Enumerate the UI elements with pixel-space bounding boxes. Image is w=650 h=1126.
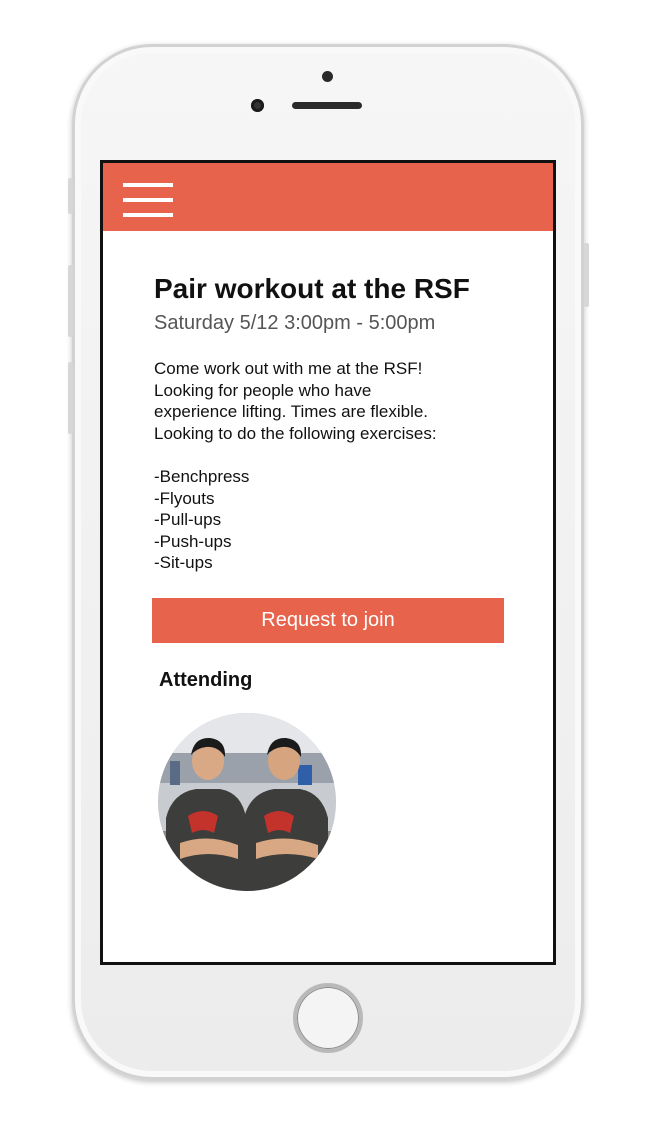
exercise-list: -Benchpress -Flyouts -Pull-ups -Push-ups… (154, 466, 514, 574)
description-line: experience lifting. Times are flexible. (154, 402, 429, 422)
exercise-item: -Flyouts (154, 488, 215, 508)
volume-up-button (68, 265, 73, 337)
attendee-photo (158, 713, 336, 891)
attending-heading: Attending (159, 669, 253, 691)
volume-down-button (68, 362, 73, 434)
earpiece-speaker (292, 102, 362, 109)
description-line: Come work out with me at the RSF! (154, 359, 423, 378)
description-line: Looking to do the following exercises: (154, 423, 437, 443)
power-button (584, 243, 589, 307)
home-button[interactable] (293, 983, 363, 1053)
event-description: Come work out with me at the RSF! Lookin… (154, 358, 514, 574)
app-header-bar (103, 163, 553, 231)
request-to-join-button[interactable]: Request to join (152, 598, 504, 643)
hamburger-menu-icon[interactable] (123, 183, 173, 217)
exercise-item: -Benchpress (154, 466, 250, 486)
description-line: Looking for people who have (154, 380, 372, 400)
mute-switch (68, 178, 73, 214)
exercise-item: -Pull-ups (154, 510, 222, 530)
attendee-avatar[interactable] (158, 713, 336, 891)
event-datetime: Saturday 5/12 3:00pm - 5:00pm (154, 312, 436, 334)
app-screen: Pair workout at the RSF Saturday 5/12 3:… (100, 160, 556, 965)
exercise-item: -Sit-ups (154, 553, 213, 573)
event-title: Pair workout at the RSF (154, 273, 470, 304)
front-sensor (322, 71, 333, 82)
event-details: Pair workout at the RSF Saturday 5/12 3:… (154, 271, 514, 574)
exercise-item: -Push-ups (154, 531, 232, 551)
front-camera (251, 99, 264, 112)
